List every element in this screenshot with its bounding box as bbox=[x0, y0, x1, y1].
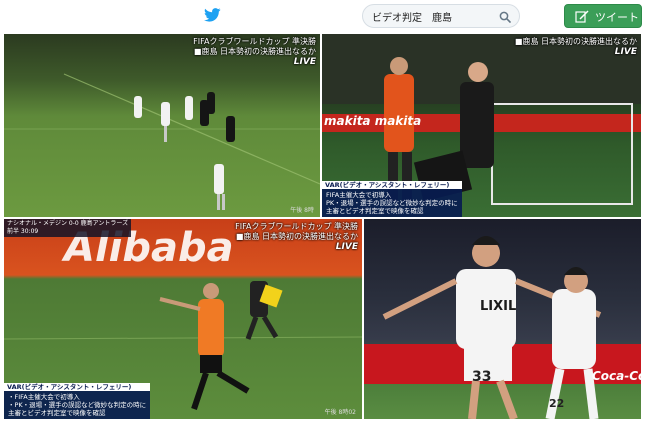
scorebug-time: 前半 30:09 bbox=[7, 228, 39, 235]
broadcast-overlay: ■鹿島 日本勢初の決勝進出なるか LIVE bbox=[515, 37, 637, 57]
live-badge: LIVE bbox=[614, 47, 637, 57]
media-tile-4[interactable]: LIXIL 33 22 Coca-Cola bbox=[364, 219, 641, 419]
overlay-title: FIFAクラブワールドカップ 準決勝 bbox=[235, 222, 358, 231]
caption-line: 主審とビデオ判定室で映像を確認 bbox=[326, 207, 424, 215]
media-tile-2[interactable]: makita makita ■鹿島 日本勢初の決勝進出なるか LIVE VAR(… bbox=[322, 34, 641, 217]
caption-line: ・PK・退場・選手の誤認など微妙な判定の時に bbox=[8, 401, 147, 409]
overlay-title: FIFAクラブワールドカップ 準決勝 bbox=[193, 37, 316, 46]
ad-board: Coca-Cola bbox=[592, 369, 641, 383]
tweet-button-label: ツイート bbox=[595, 11, 639, 24]
media-grid: FIFAクラブワールドカップ 準決勝 ■鹿島 日本勢初の決勝進出なるか LIVE… bbox=[0, 32, 645, 425]
overlay-subtitle: ■鹿島 日本勢初の決勝進出なるか bbox=[235, 232, 358, 241]
scorebug-score: ナシオナル・メデジン 0-0 鹿島アントラーズ bbox=[7, 220, 129, 227]
media-tile-3[interactable]: Alibaba ナシオナル・メデジン 0-0 鹿島アントラーズ 前半 30:09… bbox=[4, 219, 362, 419]
live-badge: LIVE bbox=[293, 57, 316, 67]
scorebug: ナシオナル・メデジン 0-0 鹿島アントラーズ 前半 30:09 bbox=[4, 219, 132, 237]
caption-line: ・FIFA主催大会で初導入 bbox=[8, 393, 80, 401]
media-tile-1[interactable]: FIFAクラブワールドカップ 準決勝 ■鹿島 日本勢初の決勝進出なるか LIVE… bbox=[4, 34, 320, 217]
search-box[interactable]: ビデオ判定 鹿島 bbox=[362, 4, 520, 28]
caption-heading: VAR(ビデオ・アシスタント・レフェリー) bbox=[322, 181, 462, 189]
goal-celebration-image bbox=[364, 236, 641, 419]
broadcast-overlay: FIFAクラブワールドカップ 準決勝 ■鹿島 日本勢初の決勝進出なるか LIVE bbox=[193, 37, 316, 67]
var-caption: VAR(ビデオ・アシスタント・レフェリー) ・FIFA主催大会で初導入 ・PK・… bbox=[4, 383, 151, 419]
var-caption: VAR(ビデオ・アシスタント・レフェリー) FIFA主催大会で初導入 PK・退場… bbox=[322, 181, 462, 217]
sponsor-logo: LIXIL bbox=[480, 299, 517, 314]
live-badge: LIVE bbox=[335, 242, 358, 252]
top-navigation-bar: ビデオ判定 鹿島 ツイート bbox=[0, 0, 645, 32]
twitter-bird-icon[interactable] bbox=[204, 8, 221, 22]
overlay-subtitle: ■鹿島 日本勢初の決勝進出なるか bbox=[514, 37, 637, 46]
shirt-number: 33 bbox=[472, 369, 492, 385]
broadcast-overlay: FIFAクラブワールドカップ 準決勝 ■鹿島 日本勢初の決勝進出なるか LIVE bbox=[235, 222, 358, 252]
caption-heading: VAR(ビデオ・アシスタント・レフェリー) bbox=[4, 383, 151, 391]
overlay-subtitle: ■鹿島 日本勢初の決勝進出なるか bbox=[193, 47, 316, 56]
search-input[interactable]: ビデオ判定 鹿島 bbox=[372, 9, 452, 24]
ad-board: makita makita bbox=[324, 114, 422, 128]
tweet-button[interactable]: ツイート bbox=[564, 4, 642, 28]
broadcast-time: 午後 8時 bbox=[290, 207, 314, 214]
caption-line: FIFA主催大会で初導入 bbox=[326, 191, 392, 199]
shirt-number: 22 bbox=[549, 397, 565, 410]
caption-line: 主審とビデオ判定室で映像を確認 bbox=[8, 409, 106, 417]
broadcast-time: 午後 8時02 bbox=[324, 409, 356, 416]
compose-tweet-icon bbox=[575, 10, 589, 23]
search-icon[interactable] bbox=[499, 11, 511, 23]
caption-line: PK・退場・選手の誤認など微妙な判定の時に bbox=[326, 199, 458, 207]
